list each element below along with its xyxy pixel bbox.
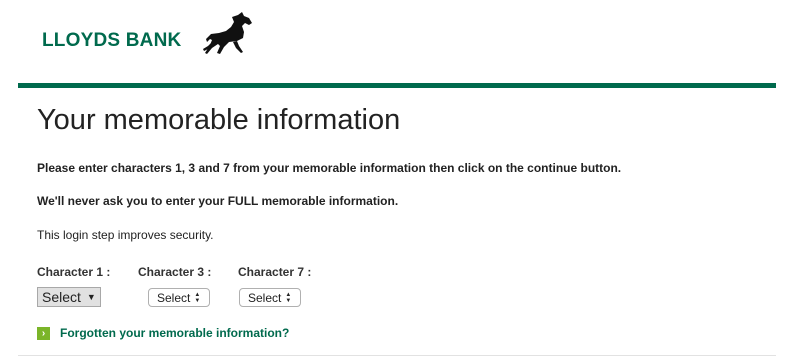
character-1-select[interactable]: Select ▼ [37,287,101,307]
up-down-arrows-icon: ▲ ▼ [194,291,201,304]
lloyds-bank-logo[interactable]: LLOYDS BANK [42,12,252,54]
instruction-text: Please enter characters 1, 3 and 7 from … [37,161,622,175]
character-7-group: Character 7 : Select ▲ ▼ [238,265,312,307]
forgot-memorable-info-link[interactable]: Forgotten your memorable information? [60,326,289,340]
security-note: This login step improves security. [37,228,214,242]
character-7-select[interactable]: Select ▲ ▼ [239,288,301,307]
horse-icon [203,12,252,54]
header: LLOYDS BANK [0,0,790,80]
up-down-arrows-icon: ▲ ▼ [285,291,292,304]
footer-divider [18,355,776,356]
header-divider [18,83,776,88]
character-1-label: Character 1 : [37,265,111,279]
character-3-value: Select [157,290,191,305]
forgot-memorable-info: › Forgotten your memorable information? [37,326,289,340]
character-7-label: Character 7 : [238,265,312,279]
dropdown-arrow-icon: ▼ [86,292,96,302]
chevron-right-icon: › [37,326,50,340]
character-3-label: Character 3 : [138,265,212,279]
character-1-value: Select [42,289,81,305]
character-1-group: Character 1 : Select ▼ [37,265,111,307]
character-3-select[interactable]: Select ▲ ▼ [148,288,210,307]
page-title: Your memorable information [37,104,401,136]
character-3-group: Character 3 : Select ▲ ▼ [138,265,212,307]
character-7-value: Select [248,290,282,305]
brand-name: LLOYDS BANK [42,30,182,51]
warning-text: We'll never ask you to enter your FULL m… [37,194,399,208]
